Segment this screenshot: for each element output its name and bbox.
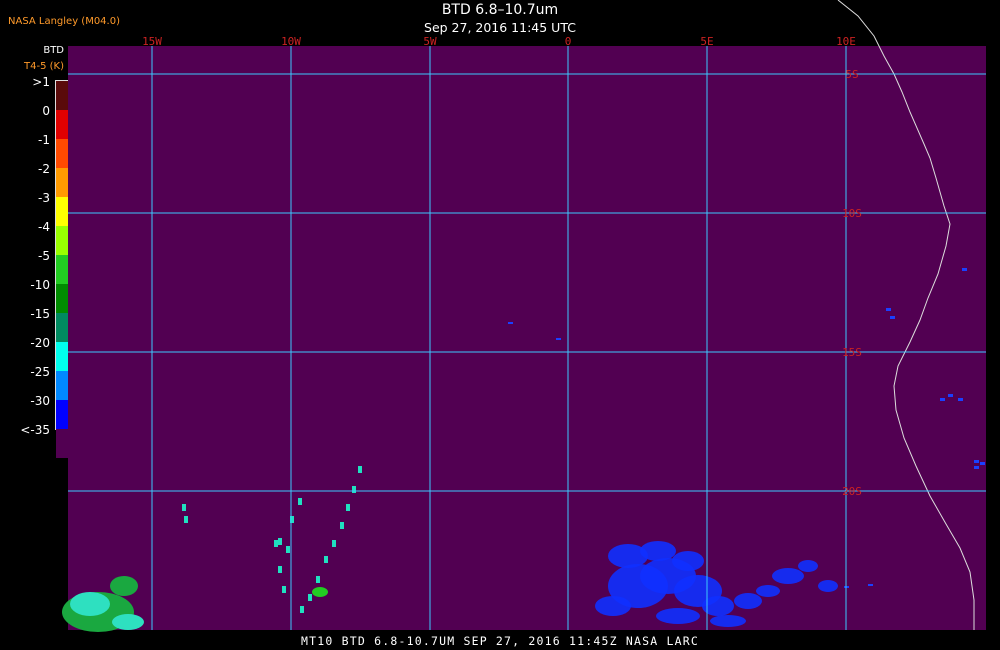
latitude-label: 15S	[842, 346, 862, 359]
cloud-feature	[286, 546, 290, 553]
cloud-feature	[346, 504, 350, 511]
cloud-feature	[734, 593, 762, 609]
longitude-label: 5W	[423, 35, 437, 48]
cloud-feature	[316, 576, 320, 583]
cloud-feature	[324, 556, 328, 563]
cloud-feature	[278, 538, 282, 545]
legend-title: BTD	[43, 45, 64, 56]
legend-label: -20	[30, 336, 50, 350]
cloud-feature	[595, 596, 631, 616]
legend-label: -1	[38, 133, 50, 147]
footer-caption: MT10 BTD 6.8-10.7UM SEP 27, 2016 11:45Z …	[300, 634, 700, 648]
longitude-label: 5E	[700, 35, 713, 48]
map-background	[68, 46, 986, 630]
cloud-feature	[672, 551, 704, 571]
cloud-feature	[556, 338, 561, 340]
cloud-feature	[274, 540, 278, 547]
cloud-feature	[508, 322, 513, 324]
cloud-feature	[184, 516, 188, 523]
cloud-feature	[308, 594, 312, 601]
longitude-label: 10W	[281, 35, 301, 48]
cloud-feature	[182, 504, 186, 511]
cloud-feature	[974, 460, 979, 463]
legend-label: -25	[30, 365, 50, 379]
cloud-feature	[340, 522, 344, 529]
cloud-feature	[312, 587, 328, 597]
legend-label: -5	[38, 249, 50, 263]
cloud-feature	[948, 394, 953, 397]
legend-label: -30	[30, 394, 50, 408]
cloud-feature	[958, 398, 963, 401]
cloud-feature	[352, 486, 356, 493]
cloud-feature	[980, 462, 985, 465]
cloud-feature	[772, 568, 804, 584]
longitude-label: 10E	[836, 35, 856, 48]
cloud-feature	[868, 584, 873, 586]
cloud-feature	[278, 566, 282, 573]
latitude-label: 5S	[845, 68, 858, 81]
cloud-feature	[332, 540, 336, 547]
product-timestamp: Sep 27, 2016 11:45 UTC	[424, 20, 576, 35]
cloud-feature	[358, 466, 362, 473]
cloud-feature	[974, 466, 979, 469]
legend-label: -2	[38, 162, 50, 176]
cloud-feature	[656, 608, 700, 624]
legend-label: 0	[42, 104, 50, 118]
cloud-feature	[710, 615, 746, 627]
legend-label: -15	[30, 307, 50, 321]
legend-label: -4	[38, 220, 50, 234]
longitude-label: 0	[565, 35, 572, 48]
cloud-feature	[940, 398, 945, 401]
cloud-feature	[298, 498, 302, 505]
cloud-feature	[70, 592, 110, 616]
latitude-label: 10S	[842, 207, 862, 220]
cloud-feature	[640, 541, 676, 561]
cloud-feature	[890, 316, 895, 319]
cloud-feature	[112, 614, 144, 630]
cloud-feature	[282, 586, 286, 593]
cloud-feature	[798, 560, 818, 572]
cloud-feature	[962, 268, 967, 271]
legend-label: -3	[38, 191, 50, 205]
cloud-feature	[300, 606, 304, 613]
satellite-map: 15W 10W 5W 0 5E 10E 5S 10S 15S 20S	[62, 0, 986, 632]
satellite-image-frame: NASA Langley (M04.0) BTD 6.8–10.7um Sep …	[0, 0, 1000, 650]
cloud-feature	[886, 308, 891, 311]
cloud-feature	[110, 576, 138, 596]
legend-label: >1	[32, 75, 50, 89]
cloud-feature	[756, 585, 780, 597]
cloud-feature	[818, 580, 838, 592]
legend-label: <-35	[20, 423, 50, 437]
legend-units: T4-5 (K)	[24, 61, 64, 72]
longitude-label: 15W	[142, 35, 162, 48]
legend-label: -10	[30, 278, 50, 292]
latitude-label: 20S	[842, 485, 862, 498]
